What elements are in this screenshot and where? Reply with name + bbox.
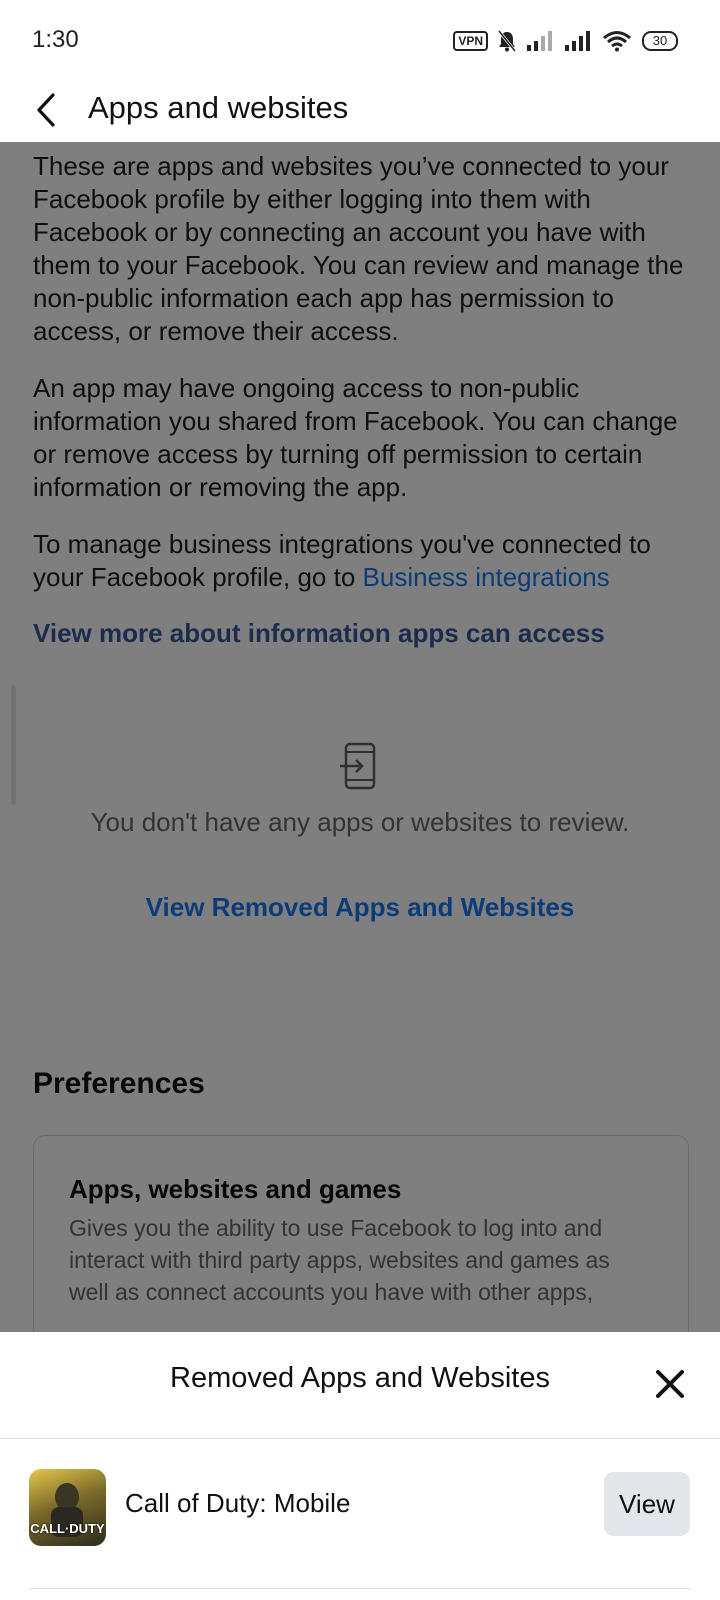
sheet-title: Removed Apps and Websites (170, 1362, 550, 1394)
signal-icon (527, 31, 552, 51)
app-icon-label: CALL·DUTY (30, 1521, 105, 1536)
mute-bell-icon (498, 30, 516, 52)
app-header: Apps and websites (0, 80, 720, 143)
back-button[interactable] (26, 88, 66, 132)
close-icon (656, 1370, 684, 1398)
battery-icon: 30 (642, 31, 678, 51)
close-button[interactable] (648, 1362, 692, 1406)
app-name: Call of Duty: Mobile (125, 1488, 351, 1518)
status-time: 1:30 (32, 26, 79, 53)
vpn-icon: VPN (453, 31, 488, 51)
sheet-header: Removed Apps and Websites (0, 1332, 720, 1439)
list-item: CALL·DUTY Call of Duty: Mobile View (29, 1438, 691, 1589)
dim-overlay[interactable] (0, 142, 720, 1332)
signal-icon (565, 31, 590, 51)
back-arrow-icon (37, 93, 55, 127)
status-bar: 1:30 VPN 30 (0, 0, 720, 80)
page-title: Apps and websites (88, 90, 349, 125)
status-icons: VPN 30 (453, 26, 678, 56)
wifi-icon (603, 31, 631, 52)
view-button[interactable]: View (604, 1472, 690, 1536)
removed-apps-sheet: Removed Apps and Websites CALL·DUTY Call… (0, 1332, 720, 1600)
call-of-duty-app-icon: CALL·DUTY (29, 1469, 106, 1546)
